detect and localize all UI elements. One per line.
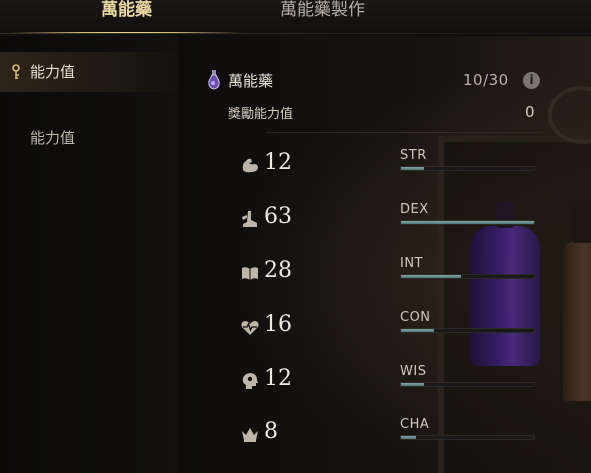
potion-title: 萬能藥 [228, 72, 274, 90]
stat-progress-bar [400, 274, 535, 279]
stat-name: DEX [400, 202, 429, 217]
stat-row-cha: 8 CHA [178, 417, 591, 457]
potion-icon [208, 70, 220, 90]
crown-icon [242, 428, 258, 442]
stat-progress-bar [400, 382, 535, 387]
tab-elixir-crafting[interactable]: 萬能藥製作 [250, 0, 395, 30]
stat-progress-bar [400, 328, 535, 333]
sidebar-item-stats[interactable]: 能力值 [0, 118, 178, 158]
stat-name: CHA [400, 417, 430, 432]
stat-name: WIS [400, 364, 427, 379]
stat-value: 8 [264, 419, 278, 444]
main-panel: 萬能藥 10/30 i 獎勵能力值 0 12 STR 63 DEX 28 INT [178, 36, 591, 473]
stat-name: STR [400, 148, 427, 163]
sidebar-item-label: 能力值 [30, 63, 76, 81]
stat-row-dex: 63 DEX [178, 202, 591, 242]
key-marker-icon [12, 64, 20, 79]
stat-progress-fill [401, 383, 424, 386]
stat-progress-bar [400, 435, 535, 440]
sidebar-item-stats-active[interactable]: 能力值 [0, 52, 178, 92]
bonus-stats-value: 0 [525, 103, 535, 121]
winged-boot-icon [242, 211, 257, 227]
stat-progress-fill [401, 167, 424, 170]
stat-row-int: 28 INT [178, 256, 591, 296]
stat-name: CON [400, 310, 431, 325]
stat-value: 16 [264, 312, 292, 337]
stat-progress-fill [401, 329, 435, 332]
stat-row-str: 12 STR [178, 148, 591, 188]
stat-value: 12 [264, 150, 292, 175]
potion-count: 10/30 [463, 71, 509, 89]
tab-elixir[interactable]: 萬能藥 [10, 0, 243, 34]
stat-progress-fill [401, 275, 461, 278]
stat-name: INT [400, 256, 423, 271]
stat-value: 12 [264, 366, 292, 391]
stat-value: 63 [264, 204, 292, 229]
sidebar: 能力值 能力值 [0, 36, 179, 473]
heart-pulse-icon [241, 321, 259, 335]
bonus-stats-label: 獎勵能力值 [228, 107, 294, 122]
sidebar-item-label: 能力值 [30, 129, 76, 147]
stat-row-con: 16 CON [178, 310, 591, 350]
open-book-icon [242, 267, 258, 280]
info-icon[interactable]: i [523, 72, 540, 89]
section-divider [266, 132, 546, 133]
stat-progress-fill [401, 436, 416, 439]
stat-progress-bar [400, 220, 535, 225]
stat-progress-bar [400, 166, 535, 171]
stat-row-wis: 12 WIS [178, 364, 591, 404]
tab-bar: 萬能藥 萬能藥製作 [0, 0, 591, 36]
stat-progress-fill [401, 221, 534, 224]
tab-divider [0, 33, 591, 34]
muscle-arm-icon [242, 158, 258, 173]
head-mind-icon [242, 373, 258, 389]
stat-value: 28 [264, 258, 292, 283]
